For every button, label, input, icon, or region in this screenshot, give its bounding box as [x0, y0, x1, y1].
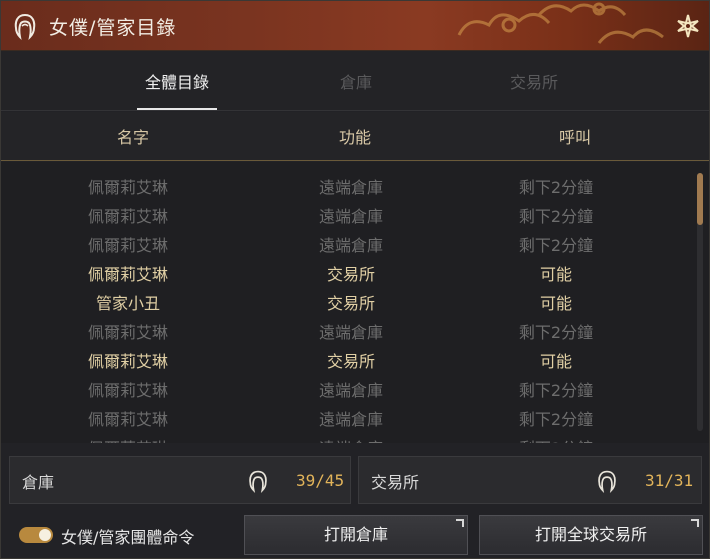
open-global-market-label: 打開全球交易所 — [534, 525, 647, 544]
item-function: 交易所 — [326, 294, 375, 313]
list-item[interactable]: 管家小丑 交易所 可能 — [1, 285, 691, 314]
close-icon[interactable] — [675, 13, 701, 39]
item-function: 遠端倉庫 — [318, 236, 383, 255]
list-item[interactable]: 佩爾莉艾琳 遠端倉庫 剩下2分鐘 — [1, 314, 691, 343]
item-function: 遠端倉庫 — [318, 381, 383, 400]
item-name: 佩爾莉艾琳 — [48, 435, 208, 443]
popout-icon — [456, 519, 464, 527]
title-bar[interactable]: 女僕/管家目錄 — [1, 1, 709, 51]
group-command-label: 女僕/管家團體命令 — [61, 528, 195, 547]
maid-icon — [249, 470, 267, 493]
item-name: 佩爾莉艾琳 — [87, 381, 168, 400]
item-function: 遠端倉庫 — [271, 435, 431, 443]
warehouse-counter-label: 倉庫 — [22, 473, 55, 492]
list-item[interactable]: 佩爾莉艾琳 交易所 可能 — [1, 256, 691, 285]
open-warehouse-button[interactable]: 打開倉庫 — [244, 515, 468, 555]
item-name: 佩爾莉艾琳 — [87, 236, 168, 255]
list-item[interactable]: 佩爾莉艾琳 遠端倉庫 剩下2分鐘 — [1, 430, 691, 443]
item-name: 佩爾莉艾琳 — [87, 352, 168, 371]
tab-marketplace[interactable]: 交易所 — [484, 69, 584, 93]
column-call: 呼叫 — [558, 128, 591, 147]
list-item[interactable]: 佩爾莉艾琳 遠端倉庫 剩下2分鐘 — [1, 227, 691, 256]
market-counter: 交易所 31/31 — [358, 456, 702, 504]
item-function: 遠端倉庫 — [318, 178, 383, 197]
popout-icon — [691, 519, 699, 527]
item-function: 遠端倉庫 — [318, 323, 383, 342]
market-count: 31/31 — [645, 471, 694, 490]
item-name: 佩爾莉艾琳 — [87, 207, 168, 226]
list-item[interactable]: 佩爾莉艾琳 遠端倉庫 剩下2分鐘 — [1, 401, 691, 430]
list-item[interactable]: 佩爾莉艾琳 遠端倉庫 剩下2分鐘 — [1, 198, 691, 227]
tab-warehouse[interactable]: 倉庫 — [306, 69, 406, 93]
item-call-status: 剩下2分鐘 — [518, 236, 594, 255]
item-call-status: 剩下2分鐘 — [518, 381, 594, 400]
item-function: 交易所 — [326, 352, 375, 371]
maid-butler-window: 女僕/管家目錄 全體目錄 倉庫 交易所 名字 功能 呼叫 佩爾莉艾琳 遠端倉庫 剩下… — [0, 0, 710, 559]
item-function: 遠端倉庫 — [318, 410, 383, 429]
item-function: 交易所 — [326, 265, 375, 284]
scrollbar-thumb[interactable] — [697, 173, 703, 225]
list-item[interactable]: 佩爾莉艾琳 遠端倉庫 剩下2分鐘 — [1, 372, 691, 401]
item-name: 佩爾莉艾琳 — [87, 323, 168, 342]
item-name: 管家小丑 — [95, 294, 160, 313]
maid-icon — [14, 13, 36, 40]
group-command-toggle[interactable] — [19, 527, 53, 543]
list-scrollbar[interactable] — [697, 173, 703, 431]
item-call-status: 剩下2分鐘 — [518, 207, 594, 226]
tab-all-list[interactable]: 全體目錄 — [127, 69, 227, 93]
item-name: 佩爾莉艾琳 — [87, 265, 168, 284]
maid-icon — [598, 470, 616, 493]
item-call-status: 可能 — [539, 294, 572, 313]
column-name: 名字 — [116, 128, 149, 147]
warehouse-counter: 倉庫 39/45 — [9, 456, 351, 504]
item-call-status: 剩下2分鐘 — [518, 410, 594, 429]
item-call-status: 剩下2分鐘 — [518, 323, 594, 342]
active-tab-indicator — [137, 108, 217, 110]
list-item[interactable]: 佩爾莉艾琳 交易所 可能 — [1, 343, 691, 372]
open-warehouse-label: 打開倉庫 — [323, 525, 388, 544]
tab-bar: 全體目錄 倉庫 交易所 — [1, 51, 709, 111]
item-call-status: 剩下2分鐘 — [476, 435, 636, 443]
item-call-status: 剩下2分鐘 — [518, 178, 594, 197]
cloud-ornament — [457, 2, 664, 44]
market-counter-label: 交易所 — [371, 473, 420, 492]
servant-list: 佩爾莉艾琳 遠端倉庫 剩下2分鐘 佩爾莉艾琳 遠端倉庫 剩下2分鐘 佩爾莉艾琳 遠端倉庫 剩下2… — [1, 162, 709, 443]
item-call-status: 可能 — [539, 265, 572, 284]
item-name: 佩爾莉艾琳 — [87, 410, 168, 429]
item-function: 遠端倉庫 — [318, 207, 383, 226]
list-item[interactable]: 佩爾莉艾琳 遠端倉庫 剩下2分鐘 — [1, 169, 691, 198]
toggle-knob — [39, 529, 51, 541]
item-call-status: 可能 — [539, 352, 572, 371]
window-title: 女僕/管家目錄 — [49, 17, 177, 39]
open-global-market-button[interactable]: 打開全球交易所 — [479, 515, 703, 555]
column-headers: 名字 功能 呼叫 — [1, 112, 709, 161]
column-function: 功能 — [338, 128, 371, 147]
warehouse-count: 39/45 — [296, 471, 345, 490]
item-name: 佩爾莉艾琳 — [87, 178, 168, 197]
